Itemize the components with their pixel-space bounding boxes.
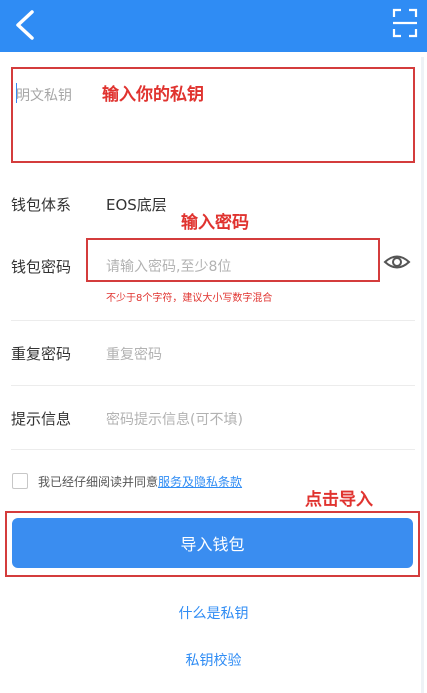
agreement-text: 我已经仔细阅读并同意服务及隐私条款 [38, 473, 242, 490]
prompt-info-label: 提示信息 [11, 410, 72, 428]
scroll-edge [421, 57, 424, 693]
wallet-system-label: 钱包体系 [11, 196, 72, 214]
divider [11, 385, 415, 386]
import-wallet-button[interactable]: 导入钱包 [12, 518, 413, 568]
password-hint: 不少于8个字符，建议大小写数字混合 [106, 293, 273, 304]
eye-icon[interactable] [383, 252, 411, 272]
wallet-system-value: EOS底层 [106, 196, 167, 214]
wallet-password-input[interactable]: 请输入密码,至少8位 [106, 256, 231, 276]
repeat-password-input[interactable]: 重复密码 [106, 344, 162, 364]
wallet-password-label: 钱包密码 [11, 258, 72, 276]
password-annotation: 输入密码 [181, 213, 249, 233]
agree-checkbox[interactable] [12, 473, 28, 489]
private-key-annotation: 输入你的私钥 [102, 85, 204, 105]
import-annotation: 点击导入 [305, 490, 373, 510]
private-key-input[interactable]: 明文私钥 [16, 75, 412, 157]
prompt-info-input[interactable]: 密码提示信息(可不填) [106, 409, 243, 429]
key-verify-link[interactable]: 私钥校验 [0, 650, 427, 670]
divider [11, 320, 415, 321]
what-is-key-link[interactable]: 什么是私钥 [0, 603, 427, 623]
terms-link[interactable]: 服务及隐私条款 [158, 475, 242, 489]
repeat-password-label: 重复密码 [11, 345, 72, 363]
agreement-label: 我已经仔细阅读并同意 [38, 475, 159, 489]
back-arrow-icon[interactable] [10, 8, 40, 42]
scan-icon[interactable] [392, 8, 418, 38]
divider [11, 449, 415, 450]
private-key-placeholder: 明文私钥 [16, 88, 72, 104]
import-wallet-label: 导入钱包 [180, 535, 245, 554]
header-bar [0, 0, 427, 52]
